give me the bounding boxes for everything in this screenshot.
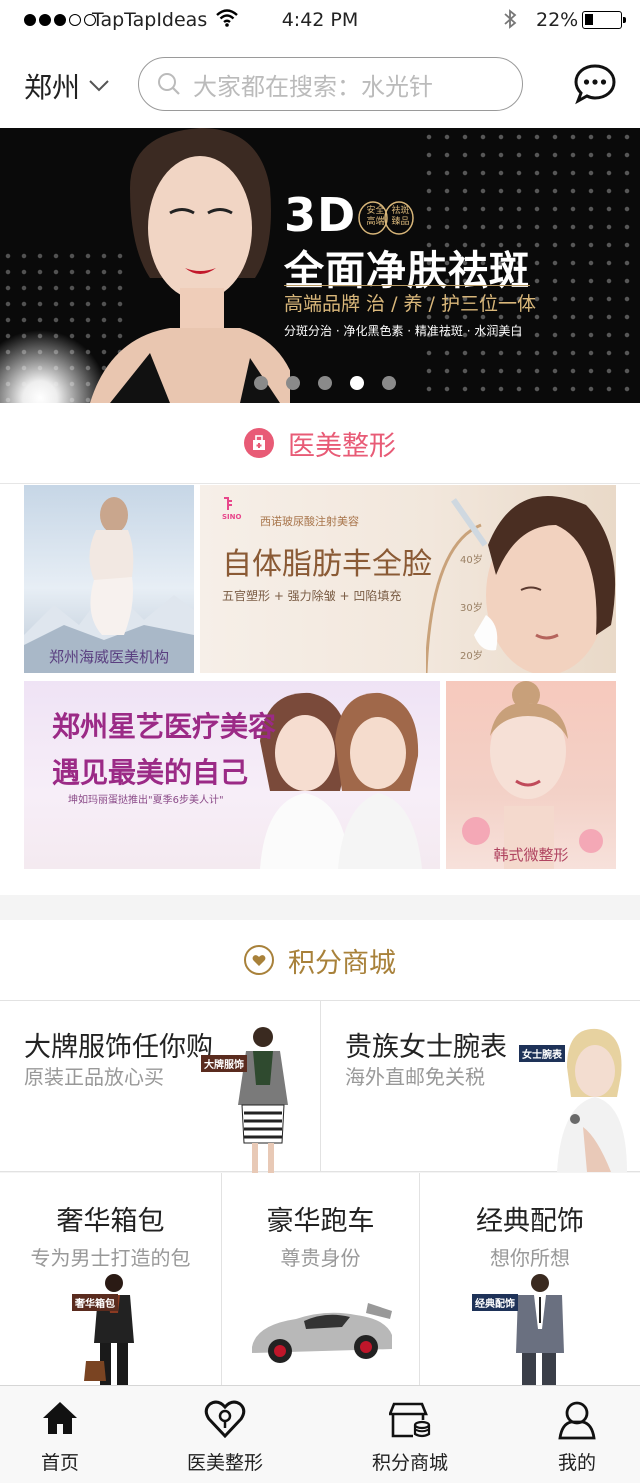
tile-title-line2: 遇见最美的自己 [52, 756, 249, 789]
item-tag: 大牌服饰 [201, 1055, 247, 1072]
mall-section-title: 积分商城 [288, 947, 396, 979]
chevron-down-icon [89, 80, 109, 92]
promo-tile-fat-graft[interactable]: 40岁 30岁 20岁 SINO 西诺玻尿酸注射美容 自体脂肪丰全脸 五官塑形 … [200, 485, 616, 673]
tile-subtitle: 五官塑形 + 强力除皱 + 凹陷填充 [222, 589, 402, 603]
mall-featured-row: 大牌服饰任你购 原装正品放心买 大牌服饰 贵族女士腕表 海外直邮免关税 女士腕表 [0, 1000, 640, 1175]
mountain-image [24, 497, 194, 673]
tab-label: 我的 [557, 1452, 596, 1474]
chat-bubble-icon [574, 64, 616, 105]
battery-icon [582, 11, 626, 29]
banner-features: 分斑分治 · 净化黑色素 · 精准祛斑 · 水润美白 [284, 324, 523, 338]
banner-badge-text: 安全 祛斑 高端 臻品 [366, 206, 410, 227]
tile-label: 韩式微整形 [493, 848, 569, 864]
city-name: 郑州 [24, 71, 81, 104]
fashion-model-image [238, 1027, 288, 1175]
pager-dot[interactable] [382, 376, 396, 390]
tab-label: 首页 [40, 1452, 79, 1474]
tile-title-line1: 郑州星艺医疗美容 [52, 710, 277, 743]
injection-model-image [426, 496, 616, 673]
item-subtitle: 专为男士打造的包 [30, 1246, 191, 1270]
battery-percent: 22% [536, 9, 579, 31]
pager-dot-active[interactable] [350, 376, 364, 390]
banner-divider [284, 285, 530, 286]
banner-model-image [90, 128, 290, 403]
pager-dot[interactable] [318, 376, 332, 390]
item-tag: 经典配饰 [472, 1294, 518, 1311]
heart-location-icon [145, 1400, 305, 1438]
promo-tile-haiwei[interactable]: 郑州海威医美机构 [24, 485, 194, 673]
item-tag: 奢华箱包 [72, 1294, 118, 1311]
search-input[interactable]: 大家都在搜索：水光针 [138, 57, 523, 111]
tile-label: 郑州海威医美机构 [48, 650, 169, 666]
sportscar-image [252, 1303, 392, 1363]
search-icon [158, 73, 180, 95]
item-title: 大牌服饰任你购 [24, 1032, 213, 1063]
item-subtitle: 原装正品放心买 [24, 1065, 164, 1089]
tab-medical[interactable]: 医美整形 [145, 1386, 305, 1483]
top-header: 郑州 大家都在搜索：水光针 [0, 40, 640, 128]
item-tag: 女士腕表 [519, 1045, 565, 1062]
medical-promo-grid: 郑州海威医美机构 40岁 30岁 20岁 SINO 西诺玻尿酸注射美容 自体脂肪… [0, 483, 640, 895]
pager-dot[interactable] [254, 376, 268, 390]
item-subtitle: 尊贵身份 [280, 1246, 361, 1270]
item-subtitle: 海外直邮免关税 [345, 1065, 485, 1089]
item-title: 贵族女士腕表 [345, 1032, 507, 1063]
mall-item-bags[interactable]: 奢华箱包 专为男士打造的包 奢华箱包 [0, 1173, 221, 1385]
medical-section-header[interactable]: 医美整形 [0, 403, 640, 483]
city-selector[interactable]: 郑州 [24, 66, 110, 106]
promo-tile-xingyi[interactable]: 郑州星艺医疗美容 遇见最美的自己 坤如玛丽蛋挞推出"夏季6步美人计" [24, 681, 440, 869]
tab-mall[interactable]: 积分商城 [330, 1386, 490, 1483]
promo-tile-korean[interactable]: 韩式微整形 [446, 681, 616, 869]
message-button[interactable] [573, 63, 617, 109]
tile-small-text: 西诺玻尿酸注射美容 [260, 515, 359, 528]
banner-tagline: 高端品牌 治 / 养 / 护三位一体 [284, 293, 537, 315]
mall-item-accessories[interactable]: 经典配饰 想你所想 经典配饰 [419, 1173, 640, 1385]
bottom-tab-bar: 首页 医美整形 积分商城 我的 [0, 1385, 640, 1483]
tab-home[interactable]: 首页 [0, 1386, 140, 1483]
makeup-model-image [462, 681, 603, 869]
banner-headline: 全面净肤祛斑 [284, 248, 530, 294]
pager-dot[interactable] [286, 376, 300, 390]
tile-subtitle: 坤如玛丽蛋挞推出"夏季6步美人计" [68, 795, 224, 806]
tab-label: 积分商城 [371, 1452, 448, 1474]
banner-3d-label: 3D [284, 188, 357, 242]
banner-pager [254, 376, 396, 390]
shop-coins-icon [330, 1400, 490, 1440]
mall-item-clothing[interactable]: 大牌服饰任你购 原装正品放心买 大牌服饰 [0, 1001, 320, 1175]
medical-section-title: 医美整形 [288, 430, 396, 462]
mall-items-row: 奢华箱包 专为男士打造的包 奢华箱包 豪华跑车 尊贵身份 经典配饰 想你所想 经… [0, 1173, 640, 1385]
suit-model-image [516, 1274, 564, 1385]
item-subtitle: 想你所想 [490, 1246, 570, 1270]
tab-label: 医美整形 [186, 1452, 263, 1474]
promo-banner[interactable]: 3D 安全 祛斑 高端 臻品 全面净肤祛斑 高端品牌 治 / 养 / 护三位一体 分… [0, 128, 640, 403]
item-title: 豪华跑车 [266, 1206, 375, 1237]
age-scale: 40岁 30岁 20岁 [460, 555, 483, 662]
tab-profile[interactable]: 我的 [497, 1386, 640, 1483]
search-placeholder: 大家都在搜索：水光针 [193, 72, 433, 101]
brand-name: SINO [222, 513, 242, 521]
mall-item-sportscar[interactable]: 豪华跑车 尊贵身份 [221, 1173, 419, 1385]
clinic-icon [244, 428, 274, 458]
tile-title: 自体脂肪丰全脸 [222, 547, 432, 582]
item-title: 经典配饰 [476, 1206, 584, 1237]
user-icon [497, 1400, 640, 1440]
item-title: 奢华箱包 [56, 1206, 165, 1237]
home-icon [0, 1400, 140, 1436]
status-bar: TapTapIdeas 4:42 PM 22% [0, 0, 640, 40]
heart-badge-icon [244, 945, 274, 975]
mall-section-header[interactable]: 积分商城 [0, 920, 640, 1000]
mall-item-watch[interactable]: 贵族女士腕表 海外直邮免关税 女士腕表 [320, 1001, 640, 1172]
bluetooth-icon [502, 8, 518, 35]
bag-model-image [84, 1274, 134, 1385]
